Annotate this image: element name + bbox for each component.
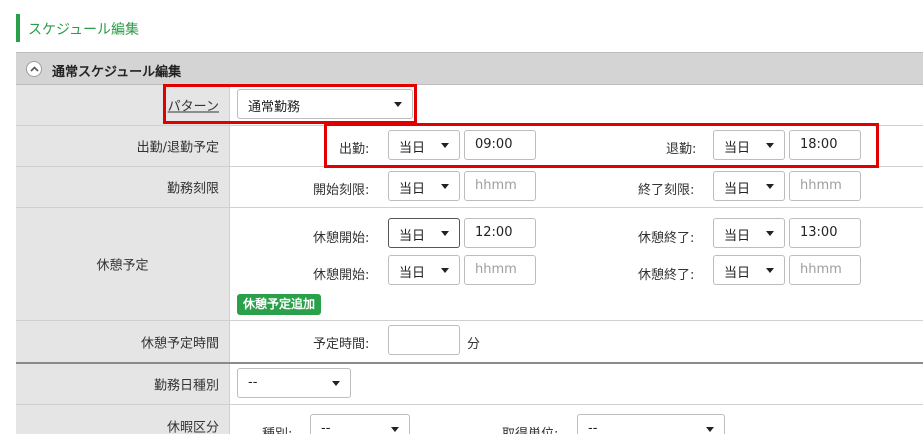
start-time-value: 09:00	[475, 137, 513, 152]
break-end-label: 休憩終了:	[638, 231, 695, 246]
break-end-day-value: 当日	[724, 229, 751, 244]
limit-label: 勤務刻限	[166, 181, 219, 197]
leave-type-select[interactable]: --	[310, 414, 410, 434]
attendance-label: 出勤/退勤予定	[136, 140, 219, 156]
work-day-type-row: 勤務日種別 --	[16, 364, 923, 405]
end-time-input[interactable]: 18:00	[789, 130, 861, 160]
limit-end-input[interactable]: hhmm	[789, 171, 861, 201]
break-start-day-value: 当日	[399, 229, 426, 244]
limit-row: 勤務刻限 開始刻限: 当日 hhmm 終了刻限: 当日 hhmm	[16, 167, 923, 208]
limit-end-label: 終了刻限:	[638, 183, 695, 198]
chevron-down-icon	[766, 268, 774, 273]
limit-end-placeholder: hhmm	[800, 178, 842, 193]
break-time-label: 休憩予定時間	[140, 336, 219, 351]
leave-type-label: 種別:	[262, 423, 292, 434]
section-title: 通常スケジュール編集	[52, 65, 182, 80]
pattern-select[interactable]: 通常勤務	[237, 89, 413, 119]
end-day-value: 当日	[724, 141, 751, 156]
chevron-down-icon	[441, 268, 449, 273]
limit-end-day-value: 当日	[724, 182, 751, 197]
chevron-down-icon	[441, 184, 449, 189]
work-day-type-label: 勤務日種別	[153, 378, 219, 394]
break-time-unit: 分	[467, 337, 481, 352]
breaks-label: 休憩予定	[96, 258, 149, 274]
limit-start-input[interactable]: hhmm	[464, 171, 536, 201]
break-start-time-input[interactable]: hhmm	[464, 255, 536, 285]
leave-unit-label: 取得単位:	[502, 423, 558, 434]
limit-end-day-select[interactable]: 当日	[713, 171, 785, 201]
break-end-label: 休憩終了:	[638, 268, 695, 283]
break-time-row: 休憩予定時間 予定時間: 分	[16, 321, 923, 362]
break-start-placeholder: hhmm	[475, 262, 517, 277]
chevron-down-icon	[706, 427, 714, 432]
breaks-row: 休憩予定 休憩開始: 当日 12:00 休憩終了: 当日 13:00 休憩開始:…	[16, 208, 923, 321]
break-end-time-value: 13:00	[800, 225, 838, 240]
add-break-button[interactable]: 休憩予定追加	[237, 294, 322, 315]
chevron-down-icon	[394, 102, 402, 107]
break-start-day-select[interactable]: 当日	[388, 218, 460, 248]
leave-unit-value: --	[588, 421, 598, 434]
limit-start-placeholder: hhmm	[475, 178, 517, 193]
chevron-down-icon	[391, 427, 399, 432]
leave-unit-select[interactable]: --	[577, 414, 725, 434]
attendance-row: 出勤/退勤予定 出勤: 当日 09:00 退勤: 当日 18:00	[16, 126, 923, 167]
breaks-label-cell: 休憩予定	[16, 208, 230, 320]
limit-start-day-value: 当日	[399, 182, 426, 197]
end-label: 退勤:	[666, 142, 697, 157]
chevron-down-icon	[441, 143, 449, 148]
break-start-day-value: 当日	[399, 266, 426, 281]
work-day-type-select[interactable]: --	[237, 368, 351, 398]
pattern-label-cell: パターン	[16, 85, 230, 125]
limit-start-day-select[interactable]: 当日	[388, 171, 460, 201]
section-header[interactable]: 通常スケジュール編集	[16, 52, 923, 85]
work-day-type-label-cell: 勤務日種別	[16, 364, 230, 404]
leave-row: 休暇区分 種別: -- 取得単位: --	[16, 405, 923, 434]
leave-type-value: --	[321, 421, 331, 434]
break-start-label: 休憩開始:	[313, 268, 370, 283]
break-start-time-value: 12:00	[475, 225, 513, 240]
chevron-down-icon	[766, 143, 774, 148]
chevron-down-icon	[766, 184, 774, 189]
break-end-time-input[interactable]: 13:00	[789, 218, 861, 248]
break-end-day-select[interactable]: 当日	[713, 218, 785, 248]
break-end-day-select[interactable]: 当日	[713, 255, 785, 285]
break-start-day-select[interactable]: 当日	[388, 255, 460, 285]
pattern-label[interactable]: パターン	[168, 96, 219, 115]
leave-label: 休暇区分	[166, 420, 219, 434]
break-start-time-input[interactable]: 12:00	[464, 218, 536, 248]
break-time-label-cell: 休憩予定時間	[16, 321, 230, 362]
break-time-field-label: 予定時間:	[313, 337, 370, 352]
limit-start-label: 開始刻限:	[313, 183, 370, 198]
start-label: 出勤:	[339, 142, 370, 157]
break-start-label: 休憩開始:	[313, 231, 370, 246]
page-title: スケジュール編集	[28, 22, 140, 38]
title-accent-bar	[16, 14, 20, 42]
work-day-type-value: --	[248, 375, 258, 390]
leave-label-cell: 休暇区分	[16, 405, 230, 434]
page-title-bar: スケジュール編集	[16, 14, 916, 42]
start-day-select[interactable]: 当日	[388, 130, 460, 160]
pattern-row: パターン 通常勤務	[16, 85, 923, 126]
attendance-label-cell: 出勤/退勤予定	[16, 126, 230, 166]
pattern-select-value: 通常勤務	[248, 100, 301, 115]
chevron-down-icon	[332, 381, 340, 386]
chevron-up-icon[interactable]	[26, 61, 42, 77]
limit-label-cell: 勤務刻限	[16, 167, 230, 207]
break-end-time-input[interactable]: hhmm	[789, 255, 861, 285]
chevron-down-icon	[766, 231, 774, 236]
start-time-input[interactable]: 09:00	[464, 130, 536, 160]
end-time-value: 18:00	[800, 137, 838, 152]
break-end-placeholder: hhmm	[800, 262, 842, 277]
start-day-value: 当日	[399, 141, 426, 156]
chevron-down-icon	[441, 231, 449, 236]
end-day-select[interactable]: 当日	[713, 130, 785, 160]
break-time-input[interactable]	[388, 325, 460, 355]
break-end-day-value: 当日	[724, 266, 751, 281]
